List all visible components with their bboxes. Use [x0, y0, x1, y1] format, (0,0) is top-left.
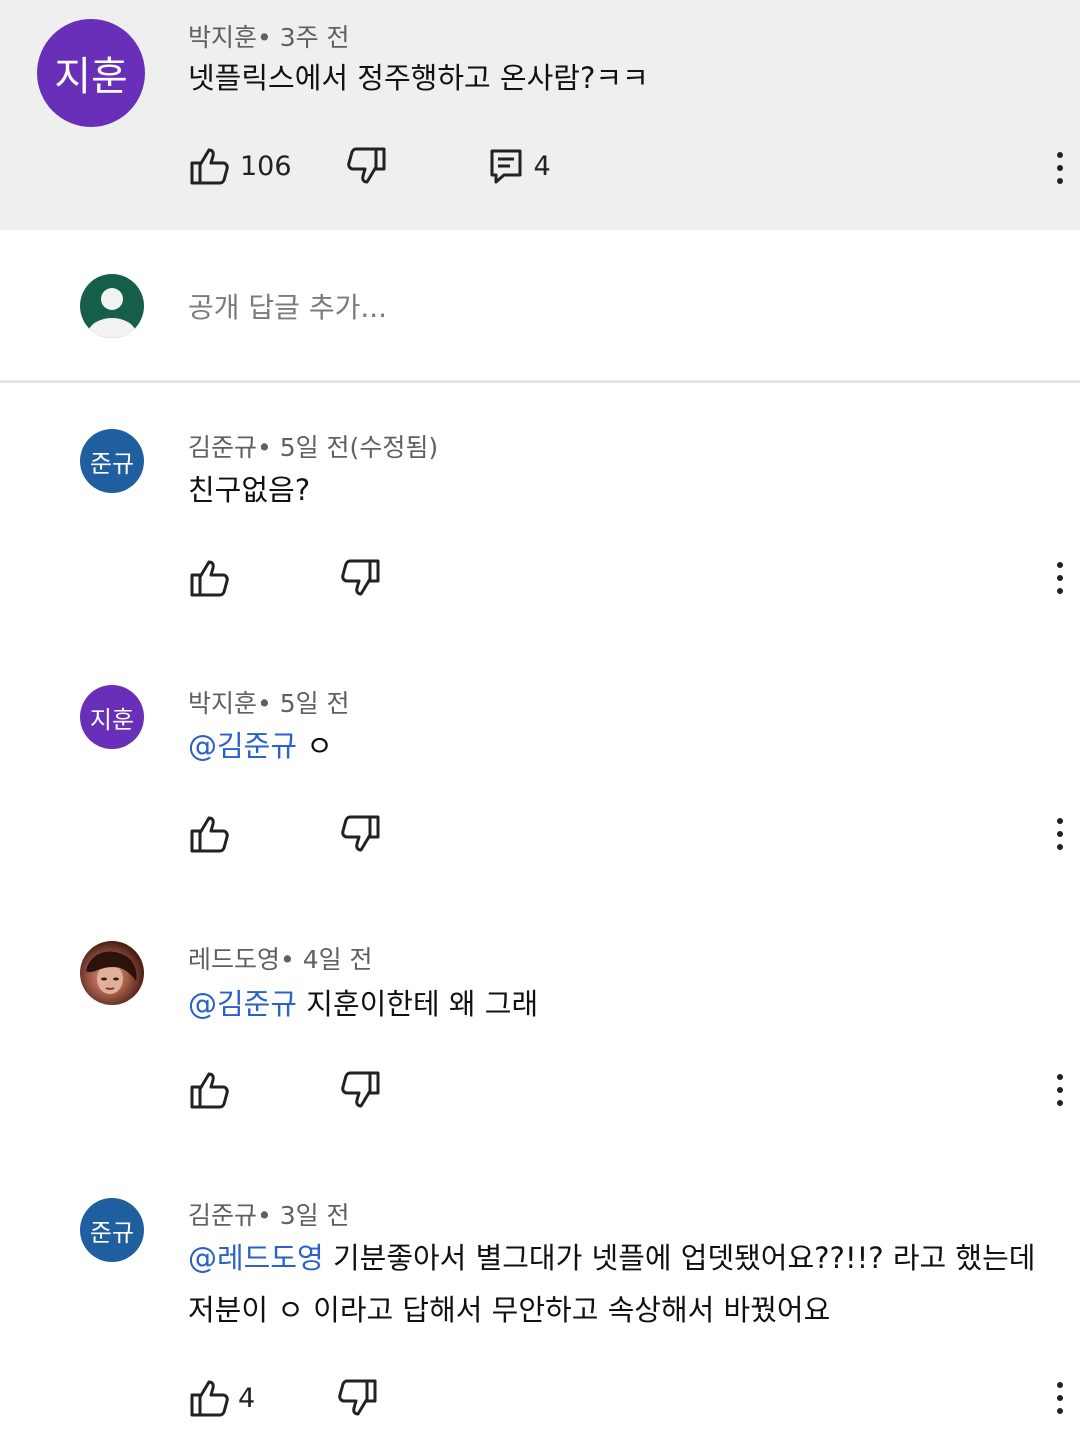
- comment-actions: [188, 1070, 382, 1110]
- dislike-button[interactable]: [338, 558, 382, 598]
- comment-text: @김준규 지훈이한테 왜 그래: [188, 978, 538, 1030]
- comment-meta: 레드도영• 4일 전: [188, 940, 373, 976]
- timestamp: • 5일 전: [257, 689, 350, 718]
- avatar[interactable]: 준규: [80, 1198, 144, 1262]
- comment-text-line-2: 저분이 ㅇ 이라고 답해서 무안하고 속상해서 바꿨어요: [188, 1293, 831, 1327]
- thumbs-down-icon: [341, 559, 380, 596]
- comment-body: ㅇ: [306, 729, 333, 763]
- more-options-button[interactable]: [1048, 1378, 1072, 1418]
- more-options-button[interactable]: [1048, 1070, 1072, 1110]
- mention-link[interactable]: @김준규: [188, 987, 297, 1021]
- comment-text: @레드도영 기분좋아서 별그대가 넷플에 업뎃됐어요??!!? 라고 했는데: [188, 1232, 1035, 1284]
- author-name[interactable]: 김준규: [188, 433, 257, 462]
- thumbs-up-icon: [190, 1072, 229, 1109]
- comment-meta: 김준규• 3일 전: [188, 1196, 350, 1232]
- thumbs-up-icon: [190, 816, 229, 853]
- thumbs-up-icon: [190, 1380, 229, 1417]
- user-icon: [88, 288, 136, 338]
- timestamp: • 3주 전: [257, 23, 350, 52]
- like-button[interactable]: [188, 814, 232, 854]
- thumbs-down-icon: [341, 815, 380, 852]
- like-button[interactable]: [188, 558, 232, 598]
- mention-link[interactable]: @김준규: [188, 729, 297, 763]
- more-options-button[interactable]: [1048, 558, 1072, 598]
- comment-text: @김준규 ㅇ: [188, 720, 333, 772]
- comment-meta: 박지훈• 5일 전: [188, 684, 350, 720]
- current-user-avatar: [80, 274, 144, 338]
- comment-icon: [490, 149, 522, 184]
- reply-input[interactable]: 공개 답글 추가...: [188, 286, 387, 326]
- comment-meta: 박지훈• 3주 전: [188, 18, 350, 54]
- timestamp: • 4일 전: [280, 945, 373, 974]
- thumbs-down-icon: [346, 147, 386, 184]
- comment-meta: 김준규• 5일 전(수정됨): [188, 428, 438, 464]
- more-options-button[interactable]: [1048, 814, 1072, 854]
- thumbs-down-icon: [341, 1071, 380, 1108]
- author-name[interactable]: 김준규: [188, 1201, 257, 1230]
- comment-text: 친구없음?: [188, 473, 311, 507]
- like-count: 4: [238, 1382, 256, 1414]
- comment-actions: [188, 558, 382, 598]
- author-name[interactable]: 레드도영: [188, 945, 280, 974]
- dislike-button[interactable]: [338, 814, 382, 854]
- profile-photo: [86, 951, 137, 994]
- dislike-button[interactable]: [335, 1378, 379, 1418]
- thumbs-up-icon: [190, 560, 229, 597]
- comment-actions: [188, 814, 382, 854]
- thumbs-up-icon: [190, 148, 229, 185]
- like-button[interactable]: [188, 146, 232, 186]
- top-comment: 지훈 박지훈• 3주 전 넷플릭스에서 정주행하고 온사람?ㅋㅋ 106 4: [0, 0, 1080, 230]
- comment-actions: 4: [188, 1378, 379, 1418]
- avatar[interactable]: [80, 941, 144, 1005]
- comment-body: 기분좋아서 별그대가 넷플에 업뎃됐어요??!!? 라고 했는데: [332, 1241, 1036, 1275]
- replies-button[interactable]: [484, 146, 528, 186]
- like-count: 106: [240, 150, 292, 182]
- like-button[interactable]: [188, 1070, 232, 1110]
- reply-count: 4: [533, 150, 551, 182]
- like-button[interactable]: [188, 1378, 232, 1418]
- timestamp: • 3일 전: [257, 1201, 350, 1230]
- avatar[interactable]: 준규: [80, 429, 144, 493]
- timestamp: • 5일 전(수정됨): [257, 433, 439, 462]
- avatar[interactable]: 지훈: [37, 19, 145, 127]
- divider: [0, 380, 1080, 383]
- author-name[interactable]: 박지훈: [188, 23, 257, 52]
- avatar[interactable]: 지훈: [80, 685, 144, 749]
- author-name[interactable]: 박지훈: [188, 689, 257, 718]
- thumbs-down-icon: [338, 1379, 377, 1416]
- more-options-button[interactable]: [1048, 148, 1072, 188]
- dislike-button[interactable]: [338, 1070, 382, 1110]
- comment-actions: 106 4: [188, 146, 551, 186]
- comment-body: 지훈이한테 왜 그래: [306, 987, 539, 1021]
- mention-link[interactable]: @레드도영: [188, 1241, 324, 1275]
- comment-text: 넷플릭스에서 정주행하고 온사람?ㅋㅋ: [188, 61, 649, 95]
- dislike-button[interactable]: [344, 146, 388, 186]
